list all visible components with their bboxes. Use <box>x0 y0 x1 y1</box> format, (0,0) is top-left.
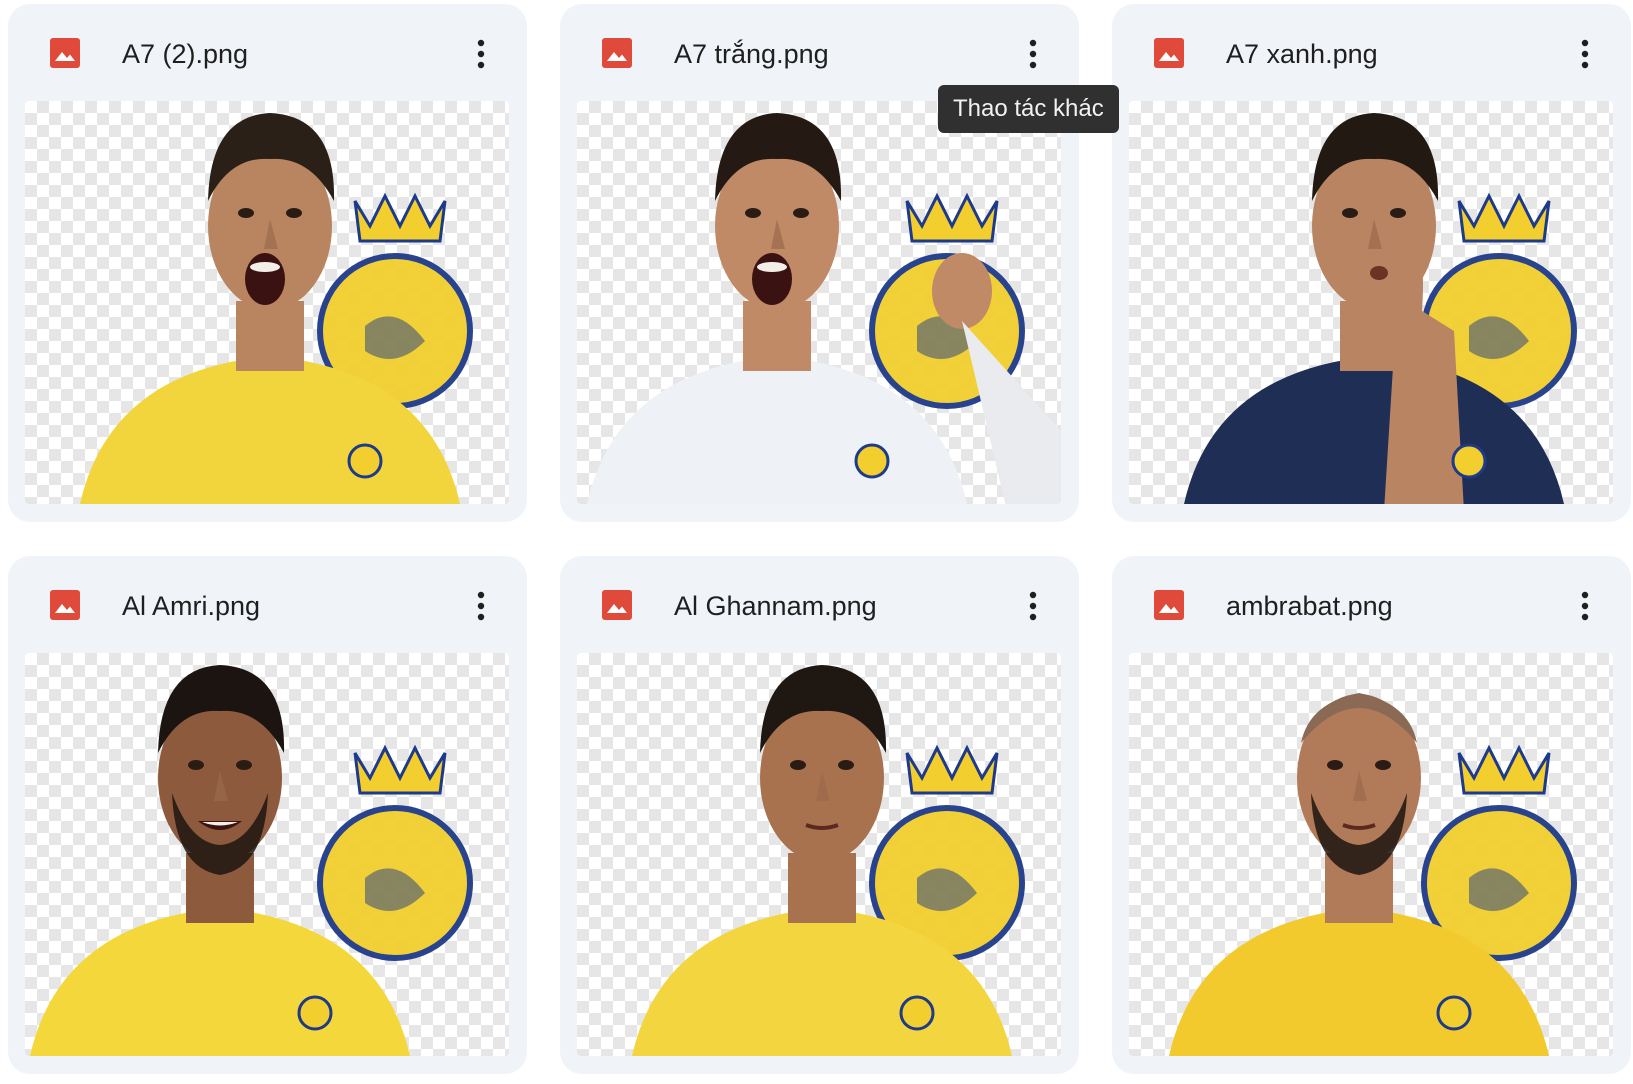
more-actions-tooltip: Thao tác khác <box>938 85 1119 133</box>
more-vert-icon <box>1029 591 1037 621</box>
image-file-icon <box>1154 38 1184 68</box>
more-vert-icon <box>477 39 485 69</box>
file-name: A7 trắng.png <box>674 39 829 69</box>
file-card[interactable]: A7 xanh.png <box>1112 4 1631 522</box>
more-vert-icon <box>1029 39 1037 69</box>
file-name: A7 (2).png <box>122 39 249 69</box>
file-name: Al Amri.png <box>122 591 261 621</box>
more-actions-button[interactable] <box>1011 30 1055 78</box>
image-file-icon <box>1154 590 1184 620</box>
file-card[interactable]: A7 trắng.png <box>560 4 1079 522</box>
image-thumbnail[interactable] <box>1129 653 1613 1056</box>
image-thumbnail[interactable] <box>1129 101 1613 504</box>
file-card-header: A7 (2).png <box>8 4 527 100</box>
file-card-header: ambrabat.png <box>1112 556 1631 652</box>
image-file-icon <box>602 38 632 68</box>
more-vert-icon <box>1581 591 1589 621</box>
image-file-icon <box>50 38 80 68</box>
more-actions-button[interactable] <box>1563 30 1607 78</box>
crest-icon <box>317 744 473 961</box>
more-actions-button[interactable] <box>1011 582 1055 630</box>
image-thumbnail[interactable] <box>577 653 1061 1056</box>
more-actions-button[interactable] <box>1563 582 1607 630</box>
file-card-header: Al Ghannam.png <box>560 556 1079 652</box>
file-card-header: A7 xanh.png <box>1112 4 1631 100</box>
file-card[interactable]: Al Ghannam.png <box>560 556 1079 1074</box>
crest-icon <box>1421 744 1577 961</box>
more-vert-icon <box>1581 39 1589 69</box>
file-grid: A7 (2).png A7 trắng.png A7 xanh.png Al Amri… <box>8 4 1631 1074</box>
more-actions-button[interactable] <box>459 582 503 630</box>
image-thumbnail[interactable] <box>577 101 1061 504</box>
file-card[interactable]: A7 (2).png <box>8 4 527 522</box>
more-vert-icon <box>477 591 485 621</box>
image-thumbnail[interactable] <box>25 653 509 1056</box>
image-file-icon <box>602 590 632 620</box>
file-card[interactable]: Al Amri.png <box>8 556 527 1074</box>
file-name: A7 xanh.png <box>1226 39 1378 69</box>
image-thumbnail[interactable] <box>25 101 509 504</box>
more-actions-button[interactable] <box>459 30 503 78</box>
file-card[interactable]: ambrabat.png <box>1112 556 1631 1074</box>
file-name: ambrabat.png <box>1226 591 1393 621</box>
file-name: Al Ghannam.png <box>674 591 877 621</box>
image-file-icon <box>50 590 80 620</box>
file-card-header: Al Amri.png <box>8 556 527 652</box>
